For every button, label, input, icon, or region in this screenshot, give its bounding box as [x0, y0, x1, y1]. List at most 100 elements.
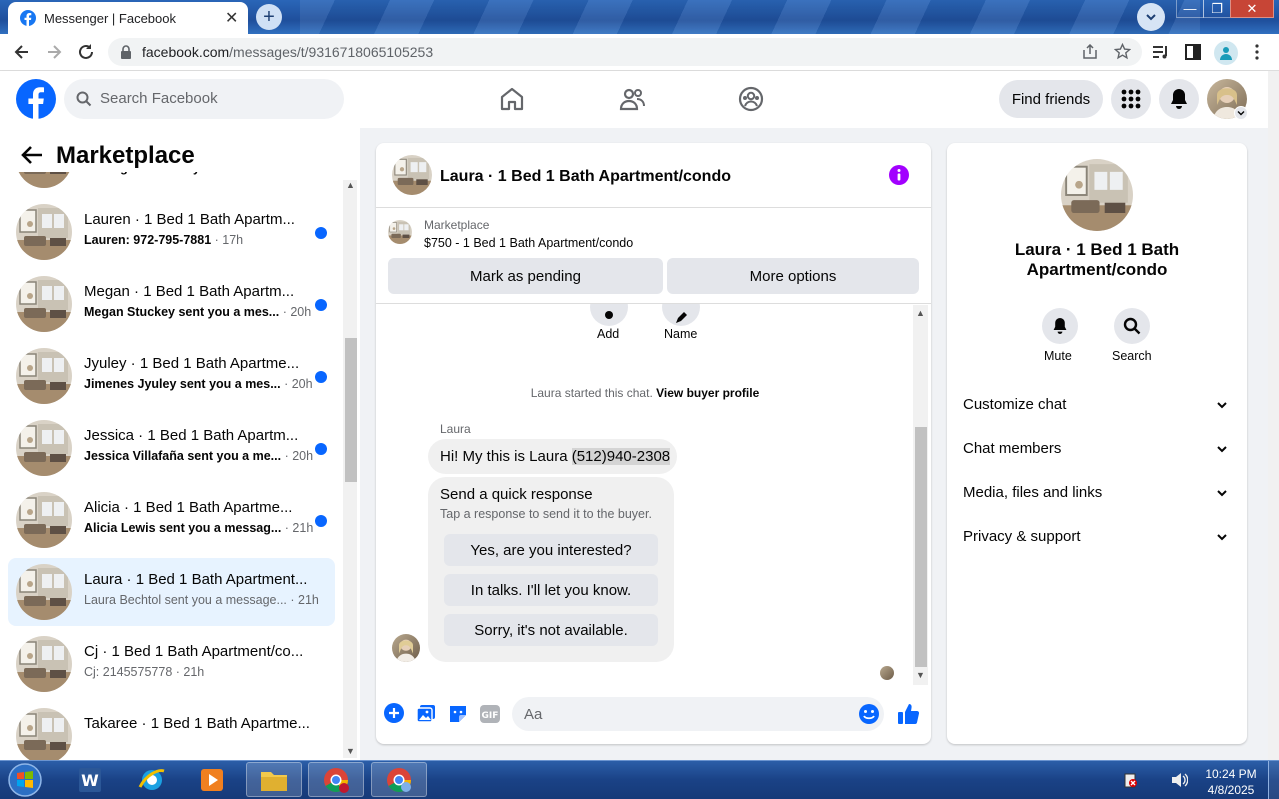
chrome-taskbar-icon-2[interactable] [371, 762, 427, 797]
conversation-preview: Jessica Villafaña sent you a me... · 20h [84, 449, 313, 463]
groups-icon[interactable] [737, 85, 765, 113]
photo-icon[interactable] [416, 704, 436, 724]
chat-scroll-down-icon[interactable]: ▼ [916, 670, 925, 680]
search-facebook-input[interactable]: Search Facebook [64, 79, 344, 119]
sidebar-scroll-thumb[interactable] [345, 338, 357, 482]
chat-members-row[interactable]: Chat members [963, 440, 1233, 457]
view-buyer-profile-link[interactable]: View buyer profile [656, 386, 759, 400]
show-desktop-button[interactable] [1268, 761, 1279, 799]
scroll-up-icon[interactable]: ▲ [346, 180, 355, 190]
conversation-avatar [16, 420, 72, 476]
chat-title[interactable]: Laura · 1 Bed 1 Bath Apartment/condo [440, 168, 731, 186]
tab-search-button[interactable] [1137, 3, 1165, 31]
more-options-button[interactable]: More options [667, 258, 919, 294]
facebook-favicon-icon [20, 10, 36, 26]
listing-title[interactable]: $750 - 1 Bed 1 Bath Apartment/condo [424, 236, 633, 250]
lock-icon[interactable] [120, 45, 132, 59]
conversation-time: · 17h [279, 172, 311, 175]
message-input[interactable]: Aa [512, 697, 884, 731]
svg-text:W: W [81, 771, 99, 790]
conversation-item[interactable]: Lauren · 1 Bed 1 Bath Apartm... Lauren: 9… [8, 198, 335, 266]
mark-as-pending-button[interactable]: Mark as pending [388, 258, 663, 294]
friends-icon[interactable] [618, 85, 646, 113]
conversation-item[interactable]: Laura · 1 Bed 1 Bath Apartment... Laura B… [8, 558, 335, 626]
close-window-button[interactable]: ✕ [1230, 0, 1274, 18]
maximize-window-button[interactable]: ❐ [1203, 0, 1231, 18]
home-icon[interactable] [498, 85, 526, 113]
conversation-avatar [16, 564, 72, 620]
customize-chat-row[interactable]: Customize chat [963, 396, 1233, 413]
internet-explorer-taskbar-icon[interactable] [124, 762, 180, 797]
scroll-down-icon[interactable]: ▼ [346, 746, 355, 756]
file-explorer-taskbar-icon[interactable] [246, 762, 302, 797]
chat-avatar[interactable] [392, 155, 432, 195]
account-chevron-icon[interactable] [1234, 106, 1248, 120]
conversation-item[interactable]: Cj · 1 Bed 1 Bath Apartment/co... Cj: 214… [8, 630, 335, 698]
forward-icon[interactable] [44, 42, 64, 62]
menu-button[interactable] [1111, 79, 1151, 119]
reading-list-icon[interactable] [1152, 44, 1170, 60]
url-text[interactable]: facebook.com/messages/t/9316718065105253 [142, 44, 433, 60]
word-taskbar-icon[interactable]: W [62, 762, 118, 797]
sender-avatar[interactable] [392, 634, 420, 662]
row-label: Media, files and links [963, 484, 1103, 501]
search-chat-button[interactable] [1114, 308, 1150, 344]
listing-thumbnail[interactable] [388, 220, 412, 244]
sticker-icon[interactable] [448, 704, 468, 724]
message-bubble[interactable]: Hi! My this is Laura (512)940-2308 [428, 439, 677, 474]
conversation-avatar [16, 492, 72, 548]
quick-response-not-available[interactable]: Sorry, it's not available. [444, 614, 658, 646]
conversation-preview-text: Megan Stuckey sent you a mes... [84, 305, 280, 319]
notifications-button[interactable] [1159, 79, 1199, 119]
back-icon[interactable] [12, 42, 32, 62]
conversation-item[interactable]: Jessica · 1 Bed 1 Bath Apartm... Jessica … [8, 414, 335, 482]
volume-icon[interactable] [1170, 772, 1188, 788]
browser-menu-icon[interactable] [1254, 44, 1260, 60]
mute-button[interactable] [1042, 308, 1078, 344]
start-button[interactable] [4, 761, 46, 799]
chevron-down-icon [1217, 534, 1227, 541]
side-panel-icon[interactable] [1185, 44, 1201, 60]
reload-icon[interactable] [76, 42, 96, 62]
plus-icon[interactable] [384, 703, 404, 723]
conversation-item[interactable]: Megan · 1 Bed 1 Bath Apartm... Megan Stuc… [8, 270, 335, 338]
minimize-window-button[interactable]: — [1176, 0, 1204, 18]
conversation-item[interactable]: Takaree · 1 Bed 1 Bath Apartme... [8, 702, 335, 760]
url-host: facebook.com [142, 44, 230, 60]
info-avatar[interactable] [1061, 159, 1133, 231]
gif-icon[interactable]: GIF [480, 705, 500, 723]
media-player-taskbar-icon[interactable] [184, 762, 240, 797]
find-friends-button[interactable]: Find friends [999, 80, 1103, 118]
svg-text:GIF: GIF [482, 711, 499, 721]
taskbar-clock[interactable]: 10:24 PM 4/8/2025 [1196, 766, 1266, 798]
profile-icon[interactable] [1214, 41, 1238, 65]
chrome-taskbar-icon[interactable] [308, 762, 364, 797]
chat-scroll-thumb[interactable] [915, 427, 927, 667]
page-scrollbar[interactable] [1268, 71, 1279, 760]
facebook-logo-icon[interactable] [16, 79, 56, 119]
conversation-item[interactable]: Jyuley · 1 Bed 1 Bath Apartme... Jimenes … [8, 342, 335, 410]
browser-tab[interactable]: Messenger | Facebook ✕ [8, 2, 248, 34]
chevron-down-icon [1217, 402, 1227, 409]
share-icon[interactable] [1082, 44, 1098, 60]
quick-response-in-talks[interactable]: In talks. I'll let you know. [444, 574, 658, 606]
like-thumb-icon[interactable] [897, 702, 921, 726]
conversation-avatar [16, 348, 72, 404]
new-tab-button[interactable]: + [256, 4, 282, 30]
info-icon[interactable] [888, 164, 910, 186]
privacy-support-row[interactable]: Privacy & support [963, 528, 1233, 545]
emoji-icon[interactable] [858, 703, 880, 725]
windows-logo-icon [8, 763, 42, 797]
conversation-item[interactable]: AJ · 1 Bed 1 Bath Apartment/c...AJ Hogel… [8, 172, 335, 194]
back-arrow-icon[interactable] [20, 144, 44, 166]
bookmark-star-icon[interactable] [1114, 43, 1131, 60]
close-tab-icon[interactable]: ✕ [225, 8, 238, 28]
conversation-preview-text: Laura Bechtol sent you a message... [84, 593, 287, 607]
media-files-links-row[interactable]: Media, files and links [963, 484, 1233, 501]
tray-alert-icon[interactable] [1122, 772, 1138, 788]
quick-response-yes[interactable]: Yes, are you interested? [444, 534, 658, 566]
conversation-preview: Lauren: 972-795-7881 · 17h [84, 233, 243, 247]
conversation-list[interactable]: AJ · 1 Bed 1 Bath Apartment/c...AJ Hogel… [0, 172, 342, 760]
conversation-item[interactable]: Alicia · 1 Bed 1 Bath Apartme... Alicia L… [8, 486, 335, 554]
chat-scroll-up-icon[interactable]: ▲ [916, 308, 925, 318]
